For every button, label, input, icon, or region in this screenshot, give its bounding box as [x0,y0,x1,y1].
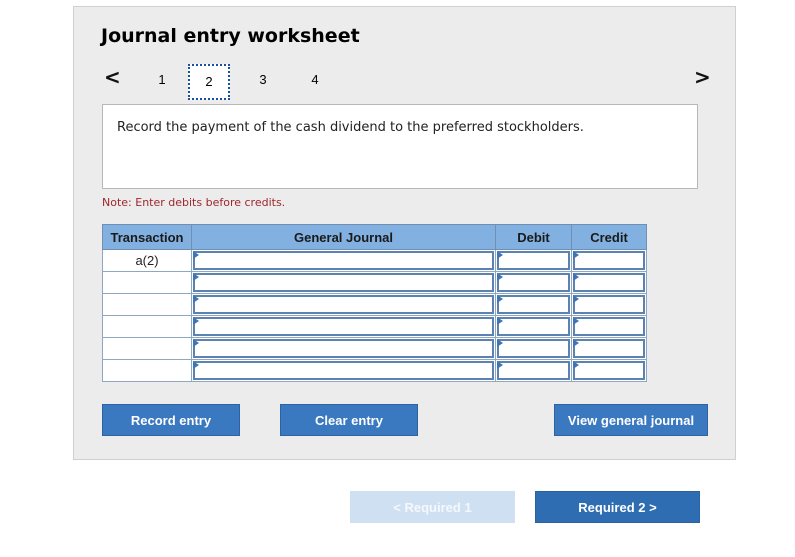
required-2-button[interactable]: Required 2 > [535,491,700,523]
debit-input[interactable] [495,249,572,272]
page-tab-3[interactable]: 3 [242,64,284,100]
table-row [102,359,647,382]
general-journal-select[interactable] [191,315,496,338]
header-transaction: Transaction [102,224,192,250]
input-marker-icon [573,361,579,369]
transaction-cell [102,337,192,360]
dropdown-marker-icon [193,361,199,369]
required-1-button[interactable]: < Required 1 [350,491,515,523]
dropdown-marker-icon [193,317,199,325]
debit-input[interactable] [495,293,572,316]
debit-input[interactable] [495,337,572,360]
input-marker-icon [497,317,503,325]
header-debit: Debit [495,224,572,250]
page-tab-1[interactable]: 1 [141,64,183,100]
input-marker-icon [573,339,579,347]
general-journal-select[interactable] [191,359,496,382]
credit-input[interactable] [571,293,647,316]
prev-page-arrow[interactable]: < [104,66,121,88]
debit-input[interactable] [495,271,572,294]
record-entry-button[interactable]: Record entry [102,404,240,436]
input-marker-icon [497,339,503,347]
dropdown-marker-icon [193,251,199,259]
next-page-arrow[interactable]: > [694,66,711,88]
table-row: a(2) [102,249,647,272]
dropdown-marker-icon [193,339,199,347]
view-general-journal-button[interactable]: View general journal [554,404,708,436]
credit-input[interactable] [571,315,647,338]
credit-input[interactable] [571,337,647,360]
general-journal-select[interactable] [191,337,496,360]
dropdown-marker-icon [193,273,199,281]
table-row [102,293,647,316]
credit-input[interactable] [571,271,647,294]
journal-entry-table: Transaction General Journal Debit Credit… [102,224,647,382]
general-journal-select[interactable] [191,271,496,294]
input-marker-icon [497,273,503,281]
page-tab-4[interactable]: 4 [294,64,336,100]
transaction-cell [102,271,192,294]
transaction-cell [102,315,192,338]
input-marker-icon [573,295,579,303]
input-marker-icon [497,361,503,369]
credit-input[interactable] [571,249,647,272]
debit-input[interactable] [495,359,572,382]
transaction-cell [102,293,192,316]
transaction-cell: a(2) [102,249,192,272]
credit-input[interactable] [571,359,647,382]
debits-note: Note: Enter debits before credits. [102,196,286,209]
input-marker-icon [573,273,579,281]
header-credit: Credit [571,224,647,250]
table-row [102,315,647,338]
prompt-box: Record the payment of the cash dividend … [102,104,698,189]
debit-input[interactable] [495,315,572,338]
input-marker-icon [573,317,579,325]
table-row [102,337,647,360]
input-marker-icon [573,251,579,259]
general-journal-select[interactable] [191,249,496,272]
general-journal-select[interactable] [191,293,496,316]
worksheet-title: Journal entry worksheet [101,25,360,47]
page-tab-2[interactable]: 2 [188,64,230,100]
table-row [102,271,647,294]
header-general-journal: General Journal [191,224,496,250]
input-marker-icon [497,251,503,259]
prompt-text: Record the payment of the cash dividend … [117,120,584,135]
input-marker-icon [497,295,503,303]
clear-entry-button[interactable]: Clear entry [280,404,418,436]
dropdown-marker-icon [193,295,199,303]
transaction-cell [102,359,192,382]
